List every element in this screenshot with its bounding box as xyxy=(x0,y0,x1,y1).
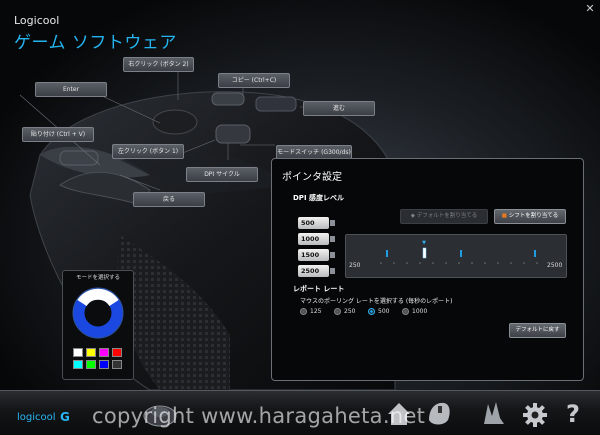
dpi-level-1[interactable]: 500 xyxy=(298,217,335,229)
dpi-level-2[interactable]: 1000 xyxy=(298,233,335,245)
swatch-green[interactable] xyxy=(86,360,96,369)
app-window: Logicool ゲーム ソフトウェア ✕ 右クリック (ボタン 2) コピー … xyxy=(0,0,600,435)
dpi-slider-track: ▼ xyxy=(380,240,538,264)
paste-callout[interactable]: 貼り付け (Ctrl + V) xyxy=(22,127,94,142)
dpi-heading: DPI 感度レベル xyxy=(293,194,344,202)
swatch-red[interactable] xyxy=(112,348,122,357)
radio-selected-icon xyxy=(368,308,375,315)
swatch-white[interactable] xyxy=(73,348,83,357)
swatch-cyan[interactable] xyxy=(73,360,83,369)
radio-icon xyxy=(334,308,341,315)
left-click-callout[interactable]: 左クリック (ボタン 1) xyxy=(112,144,184,159)
logicool-logo: logicool xyxy=(17,412,56,423)
restore-default-button[interactable]: デフォルトに戻す xyxy=(509,323,566,338)
report-rate-1000[interactable]: 1000 xyxy=(402,308,427,315)
forward-callout[interactable]: 進む xyxy=(303,101,375,116)
report-rate-heading: レポート レート xyxy=(293,285,345,293)
swatch-blue[interactable] xyxy=(99,360,109,369)
swatch-yellow[interactable] xyxy=(86,348,96,357)
copy-callout[interactable]: コピー (Ctrl+C) xyxy=(218,73,290,88)
report-rate-subtitle: マウスのポーリング レートを選択する (毎秒のレポート) xyxy=(300,298,453,305)
slider-max-label: 2500 xyxy=(547,262,563,269)
slider-min-label: 250 xyxy=(349,262,361,269)
close-icon[interactable]: ✕ xyxy=(583,2,597,15)
logicool-g-icon: G xyxy=(60,410,70,424)
report-rate-500[interactable]: 500 xyxy=(368,308,389,315)
app-title: ゲーム ソフトウェア xyxy=(14,33,177,53)
copyright-watermark: copyright www.haragaheta.net xyxy=(92,404,426,428)
svg-text:▼: ▼ xyxy=(422,240,426,246)
assign-default-button: ◆ デフォルトを割り当てる xyxy=(400,209,488,224)
mode-select-title: モードを選択する xyxy=(75,275,120,281)
pointer-settings-panel: ポインタ設定 DPI 感度レベル ◆ デフォルトを割り当てる ■ シフトを割り当… xyxy=(271,158,584,381)
assign-shift-button[interactable]: ■ シフトを割り当てる xyxy=(494,209,566,224)
report-rate-250[interactable]: 250 xyxy=(334,308,355,315)
mode-ring-icon[interactable] xyxy=(72,287,124,339)
pointer-settings-title: ポインタ設定 xyxy=(282,172,342,183)
pointer-settings-icon[interactable] xyxy=(478,398,508,428)
dpi-level-4[interactable]: 2500 xyxy=(298,265,335,277)
dpi-level-3[interactable]: 1500 xyxy=(298,249,335,261)
customize-buttons-icon[interactable] xyxy=(424,398,454,428)
back-callout[interactable]: 戻る xyxy=(133,192,205,207)
brand-label: Logicool xyxy=(14,14,60,27)
swatch-magenta[interactable] xyxy=(99,348,109,357)
swatch-off[interactable] xyxy=(112,360,122,369)
enter-callout[interactable]: Enter xyxy=(35,82,107,97)
shift-marker-icon: ■ xyxy=(501,213,509,219)
right-click-callout[interactable]: 右クリック (ボタン 2) xyxy=(123,57,194,72)
gear-icon[interactable] xyxy=(522,402,548,428)
dpi-cycle-callout[interactable]: DPI サイクル xyxy=(186,167,258,182)
radio-icon xyxy=(300,308,307,315)
help-icon[interactable]: ? xyxy=(566,400,580,428)
mode-select-panel: モードを選択する xyxy=(62,270,134,380)
radio-icon xyxy=(402,308,409,315)
report-rate-125[interactable]: 125 xyxy=(300,308,321,315)
dpi-slider[interactable]: ▼ 250 2500 xyxy=(345,234,567,278)
